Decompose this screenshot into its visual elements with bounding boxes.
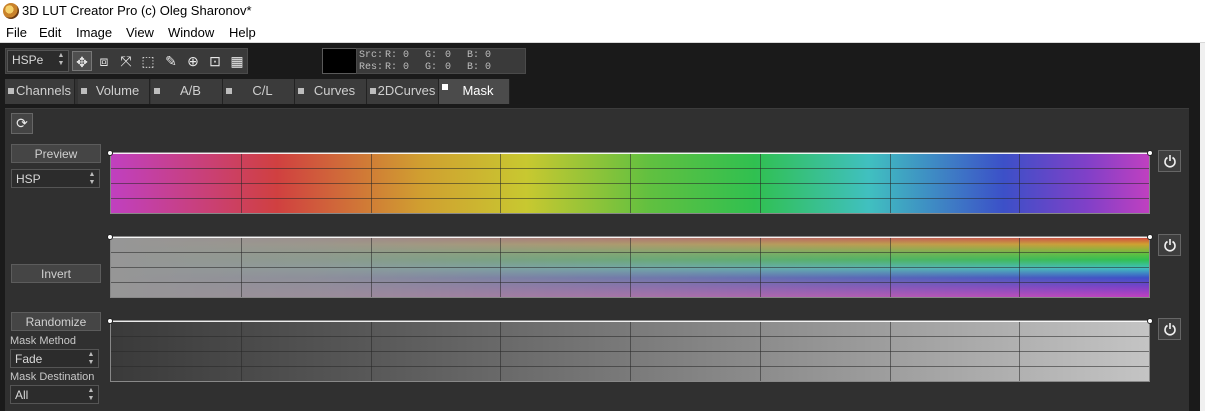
window-edge: [1200, 43, 1205, 411]
menu-bar: File Edit Image View Window Help: [0, 22, 1205, 43]
curve-point[interactable]: [1147, 234, 1153, 240]
grid-icon[interactable]: ▦: [227, 51, 247, 71]
pixel-readout: Src: R: 0 G: 0 B: 0 Res: R: 0 G: 0 B: 0: [356, 48, 526, 74]
select-rect-icon[interactable]: ⬚: [138, 51, 158, 71]
mask-method-select[interactable]: Fade ▲ ▼: [10, 349, 99, 368]
randomize-button[interactable]: Randomize: [11, 312, 101, 331]
grid-line: [111, 351, 1149, 352]
mask-destination-label: Mask Destination: [10, 371, 95, 383]
spin-arrows-icon[interactable]: ▲ ▼: [57, 52, 65, 68]
src-label: Src:: [359, 50, 384, 61]
mask-destination-value: All: [15, 388, 29, 402]
curve-point[interactable]: [107, 150, 113, 156]
menu-file[interactable]: File: [6, 25, 27, 40]
hue-mask-curve[interactable]: [113, 153, 1148, 154]
mask-destination-select[interactable]: All ▲ ▼: [10, 385, 99, 404]
curve-point[interactable]: [107, 234, 113, 240]
grid-line: [111, 267, 1149, 268]
tab-label: Mask: [462, 83, 494, 98]
hue-mask-power-icon[interactable]: [1158, 150, 1181, 172]
preview-button-label: Preview: [34, 147, 78, 161]
curve-point[interactable]: [107, 318, 113, 324]
saturation-mask-power-icon[interactable]: [1158, 234, 1181, 256]
src-b-label: B:: [467, 50, 480, 61]
res-g-label: G:: [425, 62, 438, 73]
fit-icon[interactable]: ⊡: [205, 51, 225, 71]
tab-label: Volume: [95, 83, 140, 98]
color-model-select[interactable]: HSPe ▲ ▼: [7, 50, 69, 72]
curve-point[interactable]: [1147, 150, 1153, 156]
tab-cl[interactable]: C/L: [223, 79, 295, 104]
window-title: 3D LUT Creator Pro (c) Oleg Sharonov*: [22, 3, 252, 18]
color-model-value: HSPe: [12, 53, 44, 67]
spin-arrows-icon[interactable]: ▲ ▼: [88, 171, 96, 187]
reset-icon[interactable]: ⟳: [11, 113, 33, 134]
invert-button[interactable]: Invert: [11, 264, 101, 283]
randomize-button-label: Randomize: [25, 315, 87, 329]
src-b-value: 0: [485, 50, 492, 61]
menu-image[interactable]: Image: [76, 25, 112, 40]
tab-channels[interactable]: Channels: [5, 79, 75, 104]
res-b-label: B:: [467, 62, 480, 73]
eyedropper-add-icon[interactable]: ✎: [161, 51, 181, 71]
menu-edit[interactable]: Edit: [39, 25, 61, 40]
tab-2dcurves[interactable]: 2DCurves: [367, 79, 439, 104]
brightness-mask-power-icon[interactable]: [1158, 318, 1181, 340]
preview-button[interactable]: Preview: [11, 144, 101, 163]
tab-label: A/B: [180, 83, 201, 98]
menu-view[interactable]: View: [126, 25, 154, 40]
spin-arrows-icon[interactable]: ▲ ▼: [87, 387, 95, 403]
app-logo-icon: [3, 3, 19, 19]
strip-grid: [111, 153, 1149, 213]
grid-line: [111, 336, 1149, 337]
res-r-value: 0: [403, 62, 410, 73]
tab-curves[interactable]: Curves: [295, 79, 367, 104]
transform-icon[interactable]: ⧈: [94, 51, 114, 71]
src-r-label: R:: [385, 50, 398, 61]
src-r-value: 0: [403, 50, 410, 61]
collapse-icon[interactable]: ⤧: [116, 51, 136, 71]
invert-button-label: Invert: [40, 267, 71, 281]
tab-label: 2DCurves: [377, 83, 436, 98]
menu-help[interactable]: Help: [229, 25, 256, 40]
tab-ab[interactable]: A/B: [151, 79, 223, 104]
res-b-value: 0: [485, 62, 492, 73]
tab-volume[interactable]: Volume: [78, 79, 150, 104]
src-g-label: G:: [425, 50, 438, 61]
tab-label: Channels: [16, 83, 71, 98]
res-label: Res:: [359, 62, 384, 73]
brightness-mask-curve[interactable]: [113, 321, 1148, 322]
brightness-mask-strip[interactable]: [110, 320, 1150, 382]
grid-line: [111, 198, 1149, 199]
hue-mask-strip[interactable]: [110, 152, 1150, 214]
toolbar: HSPe ▲ ▼ ✥ ⧈ ⤧ ⬚ ✎ ⊕ ⊡ ▦: [5, 48, 248, 74]
tab-label: Curves: [313, 83, 356, 98]
tab-label: C/L: [252, 83, 273, 98]
mask-mode-select[interactable]: HSP ▲ ▼: [11, 169, 100, 188]
saturation-mask-curve[interactable]: [113, 237, 1148, 238]
grid-line: [111, 168, 1149, 169]
strip-grid: [111, 321, 1149, 381]
zoom-icon[interactable]: ⊕: [183, 51, 203, 71]
color-preview-swatch: [322, 48, 357, 74]
move-icon[interactable]: ✥: [72, 51, 92, 71]
tab-bar: Channels Volume A/B C/L Curves 2DCurves …: [5, 79, 510, 104]
menu-window[interactable]: Window: [168, 25, 214, 40]
grid-line: [111, 366, 1149, 367]
tab-mask[interactable]: Mask: [439, 79, 510, 104]
mask-method-value: Fade: [15, 352, 43, 366]
title-bar: 3D LUT Creator Pro (c) Oleg Sharonov*: [0, 0, 1205, 22]
src-g-value: 0: [445, 50, 452, 61]
res-r-label: R:: [385, 62, 398, 73]
spin-arrows-icon[interactable]: ▲ ▼: [87, 351, 95, 367]
mask-method-label: Mask Method: [10, 335, 77, 347]
res-g-value: 0: [445, 62, 452, 73]
strip-grid: [111, 237, 1149, 297]
grid-line: [111, 282, 1149, 283]
grid-line: [111, 183, 1149, 184]
saturation-mask-strip[interactable]: [110, 236, 1150, 298]
grid-line: [111, 252, 1149, 253]
curve-point[interactable]: [1147, 318, 1153, 324]
mask-mode-value: HSP: [16, 172, 41, 186]
